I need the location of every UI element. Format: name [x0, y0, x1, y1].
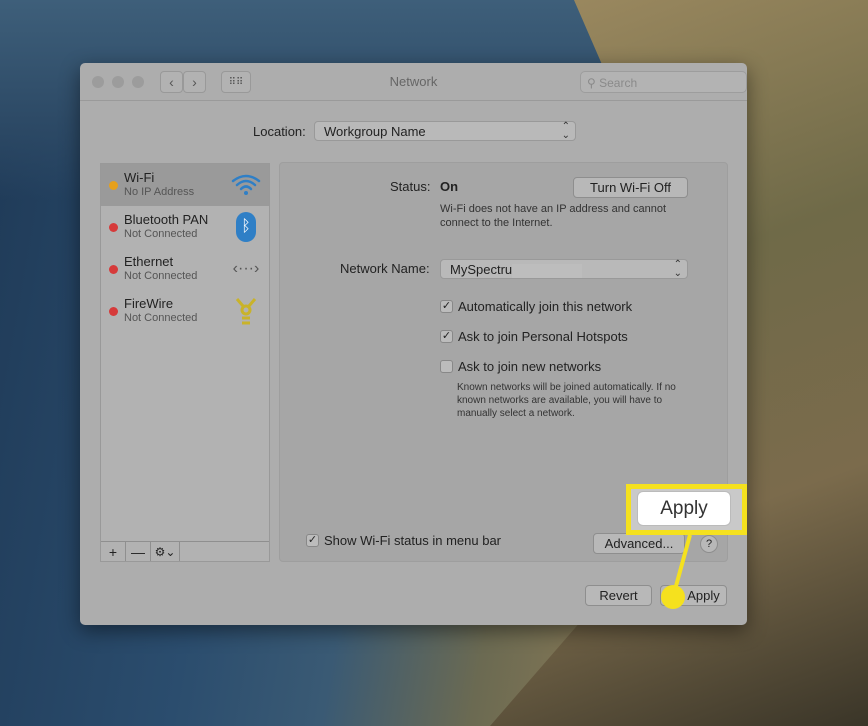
- apply-callout: Apply: [626, 484, 747, 535]
- callout-apply-button: Apply: [637, 491, 731, 526]
- callout-dot: [661, 585, 685, 609]
- callout-pointer: [661, 534, 692, 609]
